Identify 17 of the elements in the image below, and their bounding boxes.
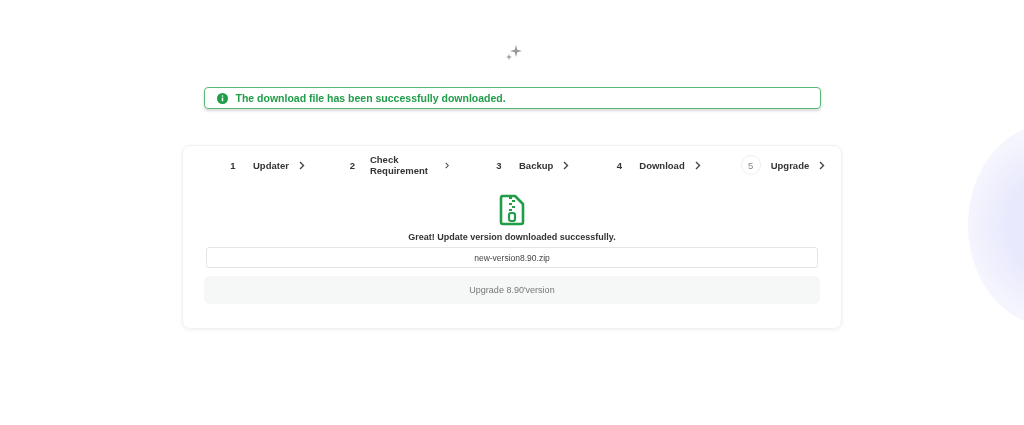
chevron-right-icon — [819, 160, 826, 170]
step-tab[interactable]: 3 Backup — [489, 154, 570, 176]
step-tab[interactable]: 5 Upgrade — [740, 154, 826, 176]
chevron-right-icon — [444, 160, 449, 170]
sparkle-icon — [505, 45, 523, 61]
chevron-right-icon — [694, 160, 701, 170]
zip-file-icon — [499, 194, 525, 226]
chevron-right-icon — [298, 160, 305, 170]
success-message: Great! Update version downloaded successfully. — [408, 232, 616, 242]
step-tab[interactable]: 2 Check Requirement — [344, 154, 449, 176]
file-name-field[interactable]: new-version8.90.zip — [206, 247, 818, 268]
step-tab[interactable]: 1 Updater — [223, 154, 305, 176]
alert-text: The download file has been successfully downloaded. — [235, 92, 506, 104]
info-icon — [216, 92, 228, 104]
step-tab[interactable]: 4 Download — [609, 154, 701, 176]
chevron-right-icon — [563, 160, 570, 170]
upgrade-button[interactable]: Upgrade 8.90'version — [204, 276, 820, 304]
